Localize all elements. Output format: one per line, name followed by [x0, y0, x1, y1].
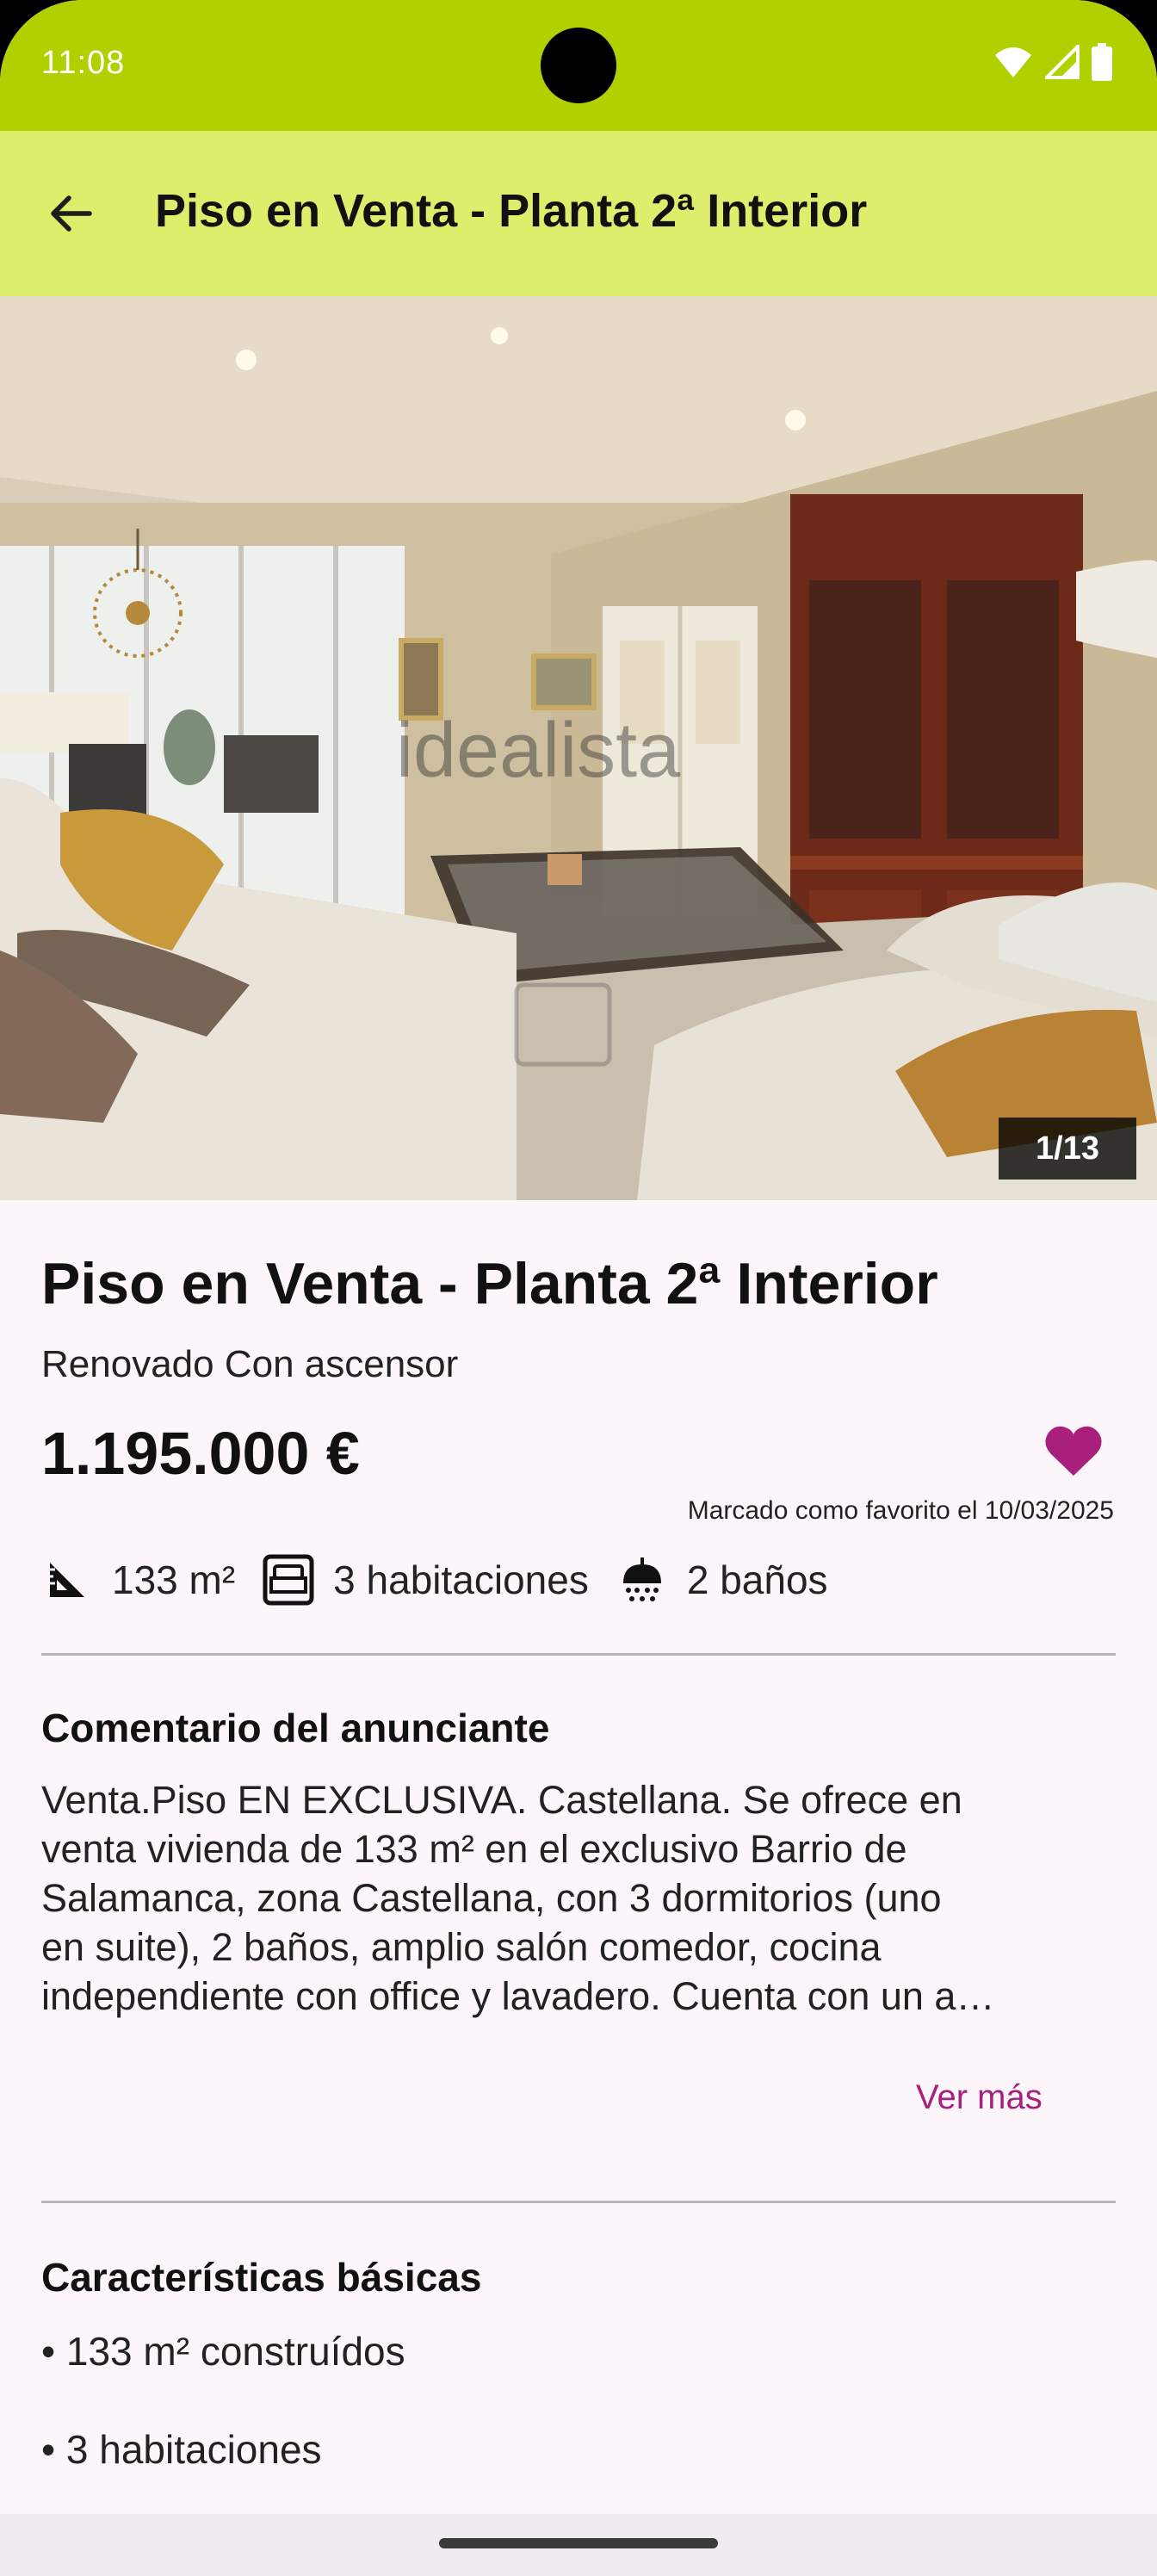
back-button[interactable] — [38, 183, 103, 248]
basic-feature-item: • 3 habitaciones — [41, 2427, 322, 2472]
listing-subtitle: Renovado Con ascensor — [41, 1343, 459, 1385]
feature-rooms: 3 habitaciones — [263, 1554, 589, 1606]
favorite-date-text: Marcado como favorito el 10/03/2025 — [687, 1496, 1114, 1525]
arrow-left-icon — [46, 189, 95, 242]
feature-baths-label: 2 baños — [686, 1557, 828, 1602]
comment-line: venta vivienda de 133 m² en el exclusivo… — [41, 1827, 907, 1871]
comment-line: independiente con office y lavadero. Cue… — [41, 1974, 995, 2018]
camera-cutout — [541, 28, 616, 103]
phone-screen: 11:08 Piso en Venta - Planta 2ª Interior — [0, 0, 1157, 2576]
battery-icon — [1092, 42, 1112, 85]
app-bar-title: Piso en Venta - Planta 2ª Interior — [155, 185, 868, 237]
feature-area: 133 m² — [41, 1554, 235, 1606]
feature-baths: 2 baños — [616, 1554, 828, 1606]
living-room-photo: idealista — [0, 296, 1157, 1200]
status-time: 11:08 — [41, 45, 126, 81]
feature-area-label: 133 m² — [112, 1557, 236, 1602]
feature-rooms-label: 3 habitaciones — [333, 1557, 589, 1602]
comment-text: Venta.Piso EN EXCLUSIVA. Castellana. Se … — [41, 1775, 1116, 2021]
signal-icon — [1043, 41, 1080, 84]
heart-icon — [1043, 1426, 1104, 1483]
idealista-watermark: idealista — [396, 708, 681, 794]
feature-row: 133 m² 3 habitaciones 2 baños — [41, 1550, 856, 1610]
ruler-triangle-icon — [41, 1554, 93, 1606]
listing-title: Piso en Venta - Planta 2ª Interior — [41, 1251, 938, 1316]
status-icons — [993, 41, 1112, 85]
photo-counter: 1/13 — [999, 1118, 1136, 1180]
home-indicator[interactable] — [439, 2538, 718, 2548]
photo-gallery[interactable]: idealista — [0, 296, 1157, 1200]
basic-features-heading: Características básicas — [41, 2255, 482, 2300]
bed-icon — [263, 1554, 314, 1606]
comment-heading: Comentario del anunciante — [41, 1706, 550, 1750]
listing-price: 1.195.000 € — [41, 1420, 360, 1487]
comment-line: en suite), 2 baños, amplio salón comedor… — [41, 1925, 882, 1969]
shower-icon — [616, 1554, 668, 1606]
basic-feature-item: • 133 m² construídos — [41, 2329, 405, 2374]
comment-line: Venta.Piso EN EXCLUSIVA. Castellana. Se … — [41, 1778, 962, 1822]
status-bar: 11:08 — [0, 0, 1157, 131]
see-more-link[interactable]: Ver más — [916, 2078, 1043, 2117]
favorite-button[interactable] — [1043, 1424, 1104, 1479]
comment-line: Salamanca, zona Castellana, con 3 dormit… — [41, 1876, 942, 1920]
app-bar: Piso en Venta - Planta 2ª Interior — [0, 131, 1157, 296]
divider — [41, 1653, 1116, 1656]
wifi-icon — [993, 45, 1033, 84]
divider — [41, 2201, 1116, 2203]
